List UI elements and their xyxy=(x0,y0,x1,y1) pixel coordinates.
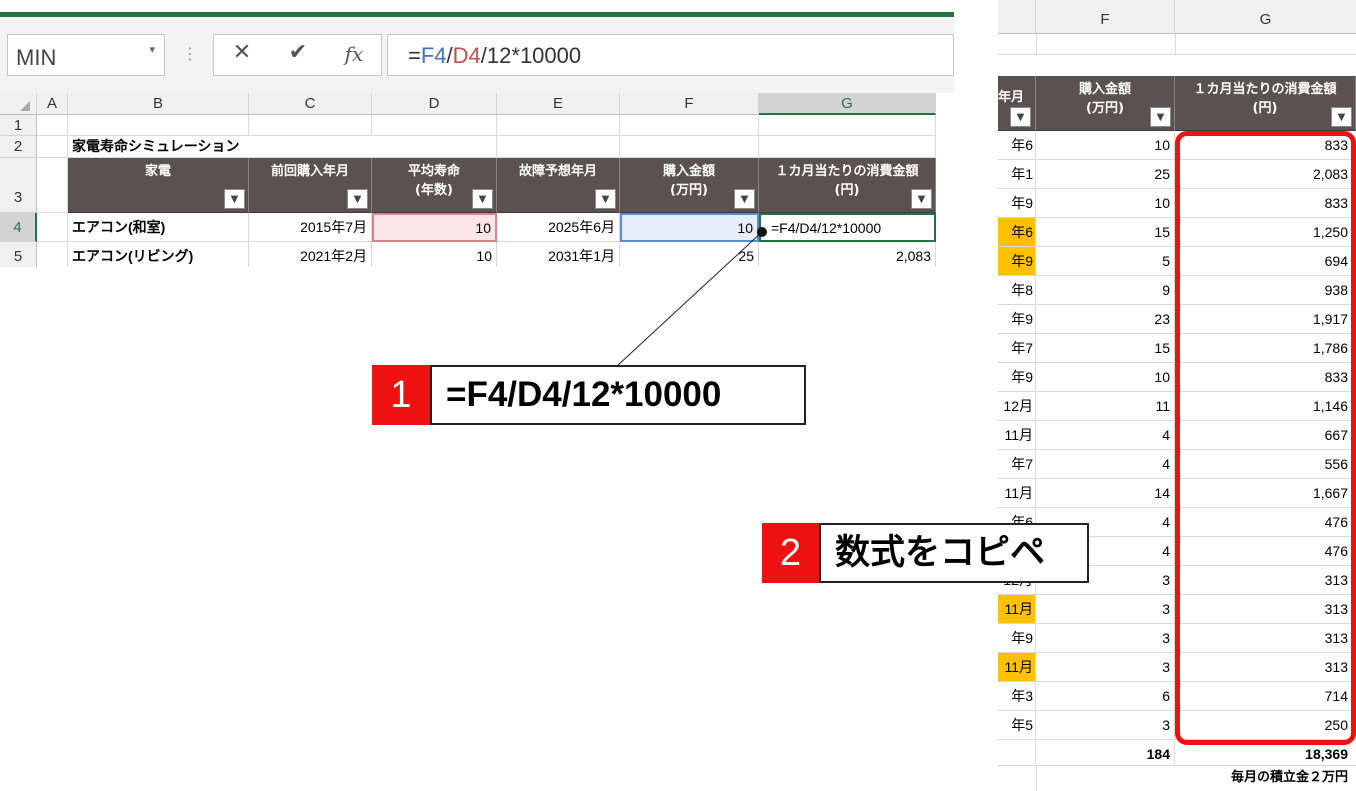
failure-date-cell[interactable]: 年7月 xyxy=(998,450,1036,478)
purchase-amount-cell[interactable]: 3 xyxy=(1036,595,1175,623)
purchase-amount-cell[interactable]: 4 xyxy=(1036,421,1175,449)
right-header-g-line2: (円) xyxy=(1252,101,1278,116)
purchase-amount-cell[interactable]: 3 xyxy=(1036,624,1175,652)
callout-2-text: 数式をコピペ xyxy=(819,523,1089,583)
purchase-amount-cell[interactable]: 10 xyxy=(1036,363,1175,391)
filter-dropdown-icon[interactable]: ▼ xyxy=(1010,107,1031,127)
right-col-header-e[interactable] xyxy=(998,0,1036,34)
callout-2-number: 2 xyxy=(762,523,819,583)
monthly-savings-note: 毎月の積立金２万円 xyxy=(1230,769,1348,784)
right-header-g[interactable]: １カ月当たりの消費金額 (円) ▼ xyxy=(1175,76,1356,131)
purchase-amount-cell[interactable]: 6 xyxy=(1036,682,1175,710)
purchase-amount-cell[interactable]: 15 xyxy=(1036,218,1175,246)
callout-1-leader xyxy=(616,231,763,367)
grid-line xyxy=(1036,766,1037,791)
purchase-amount-cell[interactable]: 15 xyxy=(1036,334,1175,362)
failure-date-cell[interactable]: 年3月 xyxy=(998,682,1036,710)
failure-date-cell[interactable]: 年9月 xyxy=(998,247,1036,275)
callout-1-number: 1 xyxy=(372,365,430,425)
total-purchase-amount[interactable]: 184 xyxy=(1036,741,1175,766)
failure-date-cell[interactable]: 11月 xyxy=(998,595,1036,623)
right-header-e[interactable]: 年月 ▼ xyxy=(998,76,1036,131)
failure-date-cell[interactable]: 年9月 xyxy=(998,305,1036,333)
right-header-f-line2: (万円) xyxy=(1086,101,1124,116)
failure-date-cell[interactable]: 11月 xyxy=(998,479,1036,507)
purchase-amount-cell[interactable]: 25 xyxy=(1036,160,1175,188)
right-header-f[interactable]: 購入金額 (万円) ▼ xyxy=(1036,76,1175,131)
failure-date-cell[interactable]: 11月 xyxy=(998,421,1036,449)
failure-date-cell[interactable]: 年9月 xyxy=(998,363,1036,391)
failure-date-cell[interactable]: 年1月 xyxy=(998,160,1036,188)
purchase-amount-cell[interactable]: 23 xyxy=(1036,305,1175,333)
purchase-amount-cell[interactable]: 3 xyxy=(1036,653,1175,681)
failure-date-cell[interactable]: 11月 xyxy=(998,653,1036,681)
grid-line xyxy=(1175,34,1176,55)
failure-date-cell[interactable]: 年6月 xyxy=(998,218,1036,246)
callout-1-text: =F4/D4/12*10000 xyxy=(430,365,806,425)
filter-dropdown-icon[interactable]: ▼ xyxy=(1331,107,1352,127)
right-header-e-label: 年月 xyxy=(998,90,1025,105)
failure-date-cell[interactable]: 12月 xyxy=(998,392,1036,420)
purchase-amount-cell[interactable]: 10 xyxy=(1036,131,1175,159)
filter-dropdown-icon[interactable]: ▼ xyxy=(1150,107,1171,127)
failure-date-cell[interactable]: 年9月 xyxy=(998,189,1036,217)
failure-date-cell[interactable]: 年7月 xyxy=(998,334,1036,362)
failure-date-cell[interactable]: 年9月 xyxy=(998,624,1036,652)
purchase-amount-cell[interactable]: 4 xyxy=(1036,450,1175,478)
failure-date-cell[interactable]: 年5月 xyxy=(998,711,1036,739)
purchase-amount-cell[interactable]: 14 xyxy=(1036,479,1175,507)
right-col-header-g[interactable]: G xyxy=(1175,0,1356,34)
right-empty-row xyxy=(998,34,1356,55)
purchase-amount-cell[interactable]: 3 xyxy=(1036,711,1175,739)
callout-1-dot xyxy=(757,227,767,237)
right-header-f-line1: 購入金額 xyxy=(1078,82,1131,97)
purchase-amount-cell[interactable]: 5 xyxy=(1036,247,1175,275)
copied-range-highlight xyxy=(1175,131,1356,745)
grid-line xyxy=(1036,34,1037,55)
failure-date-cell[interactable]: 年6月 xyxy=(998,131,1036,159)
purchase-amount-cell[interactable]: 11 xyxy=(1036,392,1175,420)
failure-date-cell[interactable]: 年8月 xyxy=(998,276,1036,304)
purchase-amount-cell[interactable]: 10 xyxy=(1036,189,1175,217)
right-col-header-f[interactable]: F xyxy=(1036,0,1175,34)
right-header-g-line1: １カ月当たりの消費金額 xyxy=(1193,82,1337,97)
purchase-amount-cell[interactable]: 9 xyxy=(1036,276,1175,304)
